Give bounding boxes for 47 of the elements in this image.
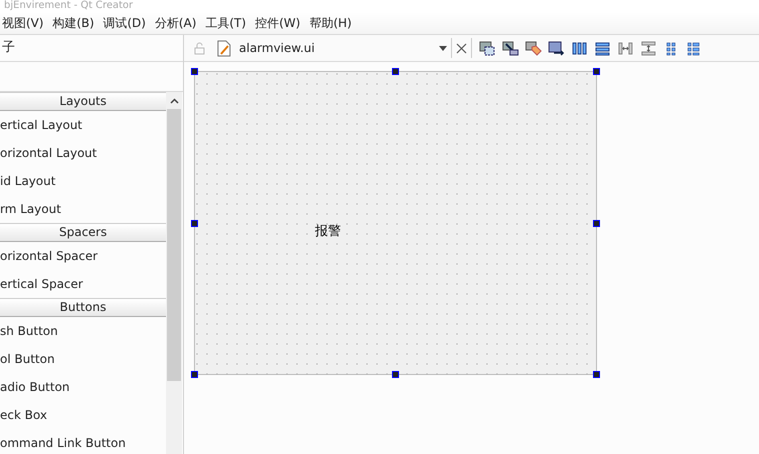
vertical-splitter-icon[interactable] — [640, 40, 657, 56]
category-header[interactable]: Buttons — [0, 298, 166, 317]
widget-item[interactable]: eck Box — [0, 401, 166, 429]
resize-handle[interactable] — [593, 371, 600, 378]
widget-item[interactable]: orizontal Layout — [0, 139, 166, 167]
widget-item[interactable]: sh Button — [0, 317, 166, 345]
category-header[interactable]: Layouts — [0, 92, 166, 111]
menu-item[interactable]: 帮助(H) — [309, 12, 359, 34]
up-caret-icon[interactable] — [170, 98, 178, 104]
category-header[interactable]: Spacers — [0, 223, 166, 242]
file-name[interactable]: alarmview.ui — [231, 41, 439, 55]
menu-item[interactable]: 构建(B) — [52, 12, 102, 34]
scrollbar-thumb[interactable] — [167, 109, 181, 381]
widget-item[interactable]: rm Layout — [0, 195, 166, 223]
menu-item[interactable]: 分析(A) — [154, 12, 204, 34]
widget-item[interactable]: id Layout — [0, 167, 166, 195]
resize-handle[interactable] — [593, 220, 600, 226]
form-label[interactable]: 报警 — [315, 222, 341, 240]
widget-item[interactable]: ommand Link Button — [0, 429, 166, 454]
menu-item[interactable]: 调试(D) — [103, 12, 153, 34]
menu-item[interactable]: 视图(V) — [2, 12, 51, 34]
horizontal-splitter-icon[interactable] — [617, 40, 634, 56]
widget-item[interactable]: ertical Layout — [0, 111, 166, 139]
tab-order-icon[interactable] — [548, 40, 565, 56]
close-icon[interactable] — [456, 42, 467, 54]
widget-item[interactable]: ol Button — [0, 345, 166, 373]
resize-handle[interactable] — [392, 68, 399, 75]
widget-item[interactable]: ertical Spacer — [0, 270, 166, 298]
form-canvas[interactable]: 报警 — [194, 71, 597, 375]
widget-item[interactable]: adio Button — [0, 373, 166, 401]
menu-item[interactable]: 控件(W) — [255, 12, 308, 34]
scrollbar[interactable] — [166, 92, 182, 454]
widget-item[interactable]: orizontal Spacer — [0, 242, 166, 270]
tag-icon[interactable] — [525, 40, 542, 56]
rows-icon[interactable] — [594, 40, 611, 56]
dropdown-caret-icon[interactable] — [439, 46, 447, 50]
resize-handle[interactable] — [593, 68, 600, 75]
resize-handle[interactable] — [191, 371, 198, 378]
signal-edit-icon[interactable] — [502, 40, 519, 56]
file-edit-icon — [217, 40, 231, 56]
menu-item[interactable]: 工具(T) — [205, 12, 254, 34]
resize-handle[interactable] — [392, 371, 399, 378]
columns-icon[interactable] — [571, 40, 588, 56]
widget-edit-icon[interactable] — [479, 40, 496, 56]
panel-title: 子 — [0, 35, 183, 62]
resize-handle[interactable] — [191, 220, 198, 226]
resize-handle[interactable] — [191, 68, 198, 75]
